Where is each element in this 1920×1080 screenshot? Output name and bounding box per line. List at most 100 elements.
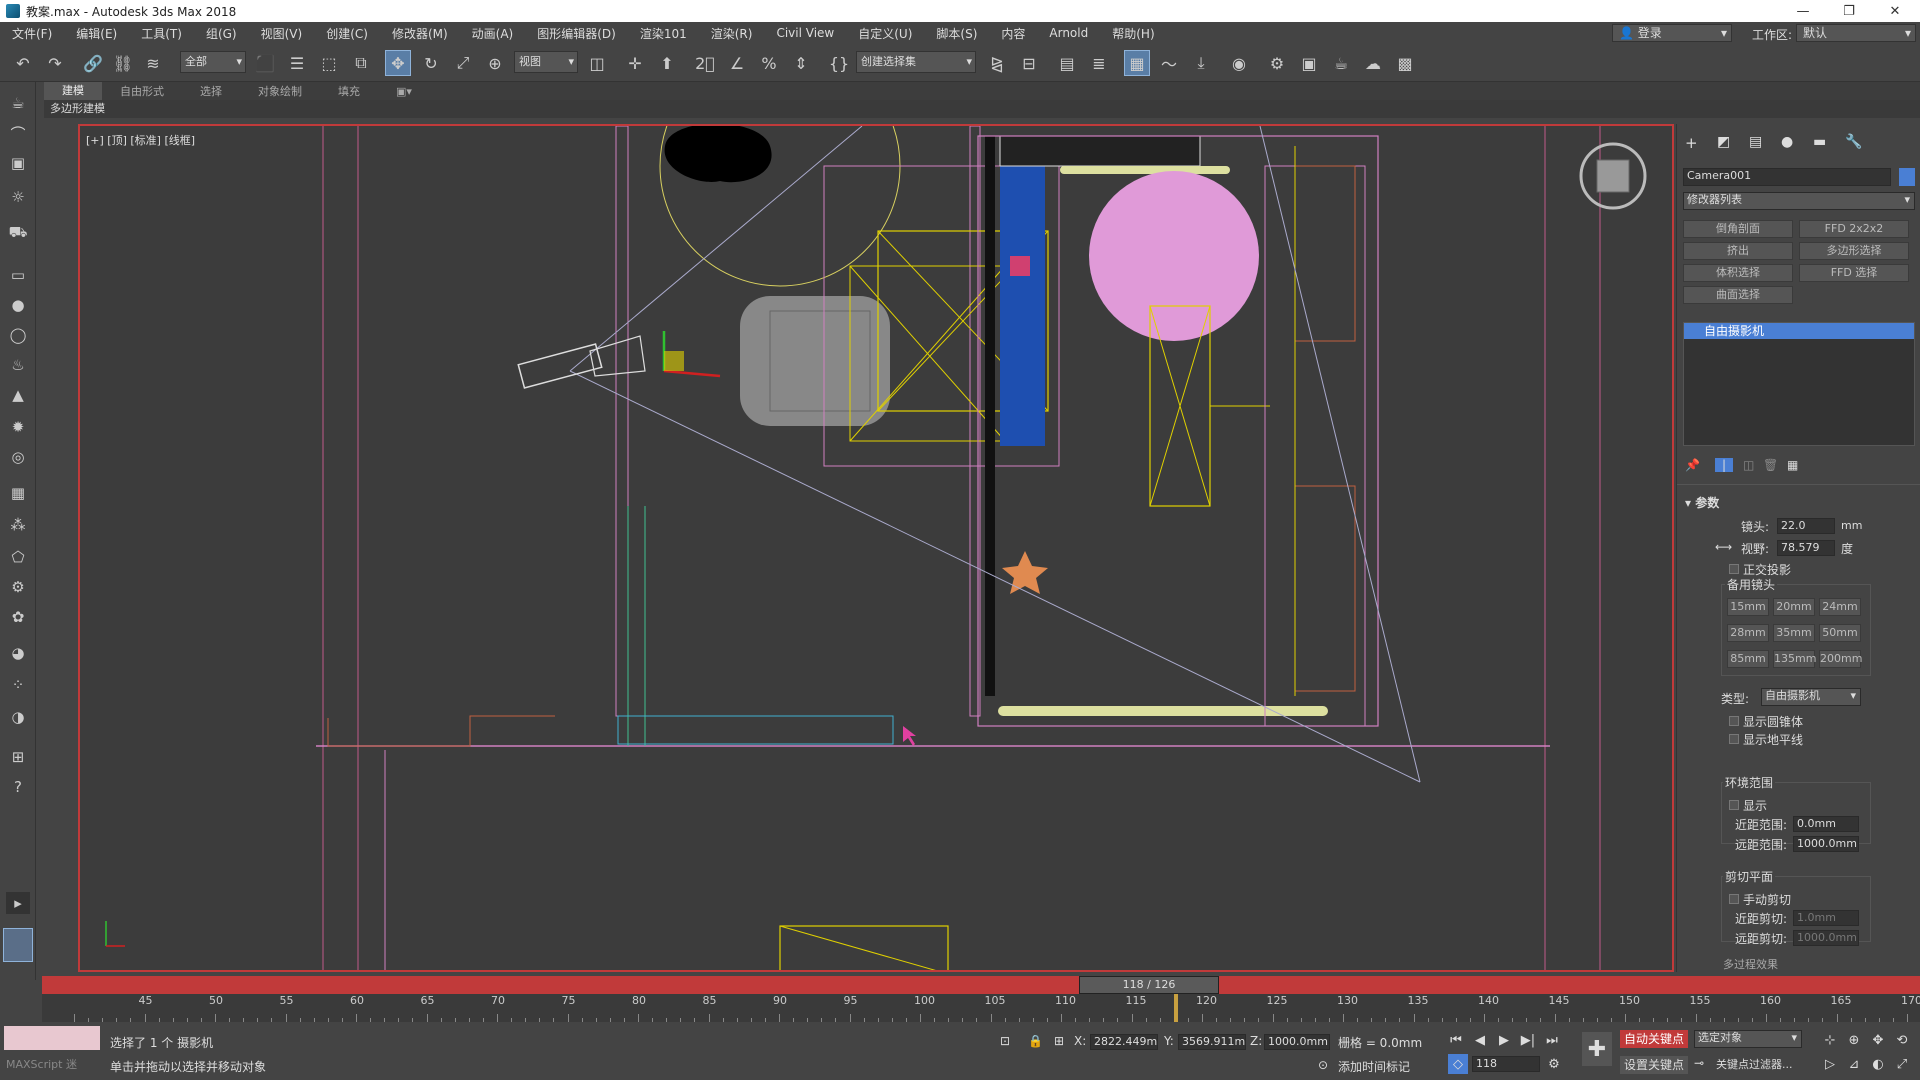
set-key-button[interactable]: 设置关键点 [1620,1056,1688,1074]
shape-icon[interactable]: ⬠ [6,546,30,568]
track-bar[interactable]: 45 50 55 60 65 70 75 80 85 90 95 100 105 110 115 120 125… [42,994,1920,1022]
far-range-spinner[interactable]: 1000.0mm [1793,836,1859,852]
viewcube[interactable] [1596,159,1630,193]
link-icon[interactable]: 🔗 [80,50,106,76]
ribbon-tab-selection[interactable]: 选择 [182,83,240,99]
fov-spinner[interactable]: 78.579 [1777,540,1835,556]
cone-icon[interactable]: ▲ [6,384,30,406]
viewport-layout-icon[interactable] [3,928,33,962]
modifier-button[interactable]: 多边形选择 [1799,242,1909,260]
lens-20mm-button[interactable]: 20mm [1773,598,1815,616]
menu-arnold[interactable]: Arnold [1037,26,1100,40]
lens-85mm-button[interactable]: 85mm [1727,650,1769,668]
auto-key-button[interactable]: 自动关键点 [1620,1030,1688,1048]
teapot-icon[interactable]: ☕ [6,92,30,114]
modify-tab-icon[interactable]: ◩ [1717,134,1730,150]
lens-15mm-button[interactable]: 15mm [1727,598,1769,616]
maximize-viewport-icon[interactable]: ⤢ [1892,1054,1912,1074]
stack-item-free-camera[interactable]: 自由摄影机 [1684,323,1914,339]
ribbon-tab-object-paint[interactable]: 对象绘制 [240,83,320,99]
ribbon-tab-populate[interactable]: 填充 [320,83,378,99]
camera-icon[interactable] [517,343,603,389]
make-unique-icon[interactable]: ◫ [1743,458,1754,472]
hose-icon[interactable]: ⌒ [6,122,30,144]
time-slider[interactable]: 118 / 126 [42,976,1920,994]
isolate-icon[interactable]: ⊡ [1000,1034,1010,1048]
lens-28mm-button[interactable]: 28mm [1727,624,1769,642]
keyboard-shortcut-icon[interactable]: ⬆ [654,50,680,76]
sphere-material-icon[interactable]: ◕ [6,642,30,664]
curve-editor-icon[interactable]: 〜 [1156,50,1182,76]
torus-icon[interactable]: ◎ [6,446,30,468]
key-mode-icon[interactable]: ◇ [1448,1054,1468,1074]
window-crossing-icon[interactable]: ⧉ [348,50,374,76]
select-by-name-icon[interactable]: ☰ [284,50,310,76]
layer-explorer-icon[interactable]: ≣ [1086,50,1112,76]
gizmo-x-axis[interactable] [663,369,721,378]
render-iterative-icon[interactable]: ☁ [1360,50,1386,76]
render-sphere-icon[interactable]: ◑ [6,706,30,728]
undo-icon[interactable]: ↶ [10,50,36,76]
pan-icon[interactable]: ✥ [1868,1030,1888,1050]
select-rotate-icon[interactable]: ↻ [418,50,444,76]
minimize-button[interactable]: — [1780,0,1826,22]
fov-icon[interactable]: ⊿ [1844,1054,1864,1074]
selected-object-dropdown[interactable]: 选定对象 ▾ [1694,1030,1802,1048]
camera-type-dropdown[interactable]: 自由摄影机 ▾ [1761,688,1861,706]
go-to-start-icon[interactable]: ⏮ [1446,1030,1466,1050]
current-frame-field[interactable]: 118 [1472,1056,1540,1072]
maxscript-listener[interactable] [4,1026,100,1050]
prev-frame-icon[interactable]: ◀ [1470,1030,1490,1050]
params-rollout-title[interactable]: ▾ 参数 [1685,494,1719,511]
percent-snap-icon[interactable]: % [756,50,782,76]
sphere-icon[interactable]: ● [6,294,30,316]
selection-filter-dropdown[interactable]: 全部 ▾ [180,51,246,73]
plant-icon[interactable]: ✿ [6,606,30,628]
go-to-end-icon[interactable]: ⏭ [1542,1030,1562,1050]
scene-explorer-icon[interactable]: ▤ [1054,50,1080,76]
near-range-spinner[interactable]: 0.0mm [1793,816,1859,832]
key-filters-button[interactable]: 关键点过滤器... [1716,1056,1793,1072]
box-icon[interactable]: ▣ [6,152,30,174]
abs-mode-icon[interactable]: ⊞ [1054,1034,1064,1048]
key-filter-icon[interactable]: ⊸ [1694,1056,1704,1070]
viewport-top[interactable]: [+] [顶] [标准] [线框] [78,124,1674,972]
menu-content[interactable]: 内容 [989,25,1037,42]
menu-graph-editors[interactable]: 图形编辑器(D) [525,25,628,42]
menu-create[interactable]: 创建(C) [314,25,380,42]
pivot-center-icon[interactable]: ◫ [584,50,610,76]
align-icon[interactable]: ⊟ [1016,50,1042,76]
ribbon-tab-freeform[interactable]: 自由形式 [102,83,182,99]
create-tab-icon[interactable]: + [1685,134,1698,152]
spinner-snap-icon[interactable]: ⇕ [788,50,814,76]
mirror-icon[interactable]: ⧎ [984,50,1010,76]
zoom-extents-icon[interactable]: ⊹ [1820,1030,1840,1050]
utilities-tab-icon[interactable]: 🔧 [1845,134,1862,150]
x-coord-field[interactable]: 2822.449m [1090,1034,1158,1050]
lens-200mm-button[interactable]: 200mm [1819,650,1862,668]
select-move-icon[interactable]: ✥ [385,50,411,76]
show-end-result-icon[interactable]: | [1715,458,1733,472]
modifier-button[interactable]: FFD 选择 [1799,264,1909,282]
render-grid-icon[interactable]: ▩ [1392,50,1418,76]
lights-icon[interactable]: ☼ [6,186,30,208]
modifier-button[interactable]: 倒角剖面 [1683,220,1793,238]
rendered-frame-icon[interactable]: ▣ [1296,50,1322,76]
render-production-icon[interactable]: ☕ [1328,50,1354,76]
lens-35mm-button[interactable]: 35mm [1773,624,1815,642]
motion-tab-icon[interactable]: ● [1781,134,1793,150]
particles-icon[interactable]: ⁂ [6,514,30,536]
workspace-dropdown[interactable]: 默认 ▾ [1796,24,1916,42]
unlink-icon[interactable]: ⛓ [110,50,136,76]
menu-scripting[interactable]: 脚本(S) [924,25,989,42]
play-icon[interactable]: ▶ [1494,1030,1514,1050]
modifier-button[interactable]: FFD 2x2x2 [1799,220,1909,238]
object-color-swatch[interactable] [1899,168,1915,186]
lens-spinner[interactable]: 22.0 [1777,518,1835,534]
dolly-icon[interactable]: ▷ [1820,1054,1840,1074]
material-editor-icon[interactable]: ◉ [1226,50,1252,76]
show-cone-checkbox[interactable] [1729,716,1739,726]
time-slider-thumb[interactable]: 118 / 126 [1079,976,1219,994]
gizmo-plane[interactable] [664,351,684,371]
z-coord-field[interactable]: 1000.0mm [1264,1034,1330,1050]
